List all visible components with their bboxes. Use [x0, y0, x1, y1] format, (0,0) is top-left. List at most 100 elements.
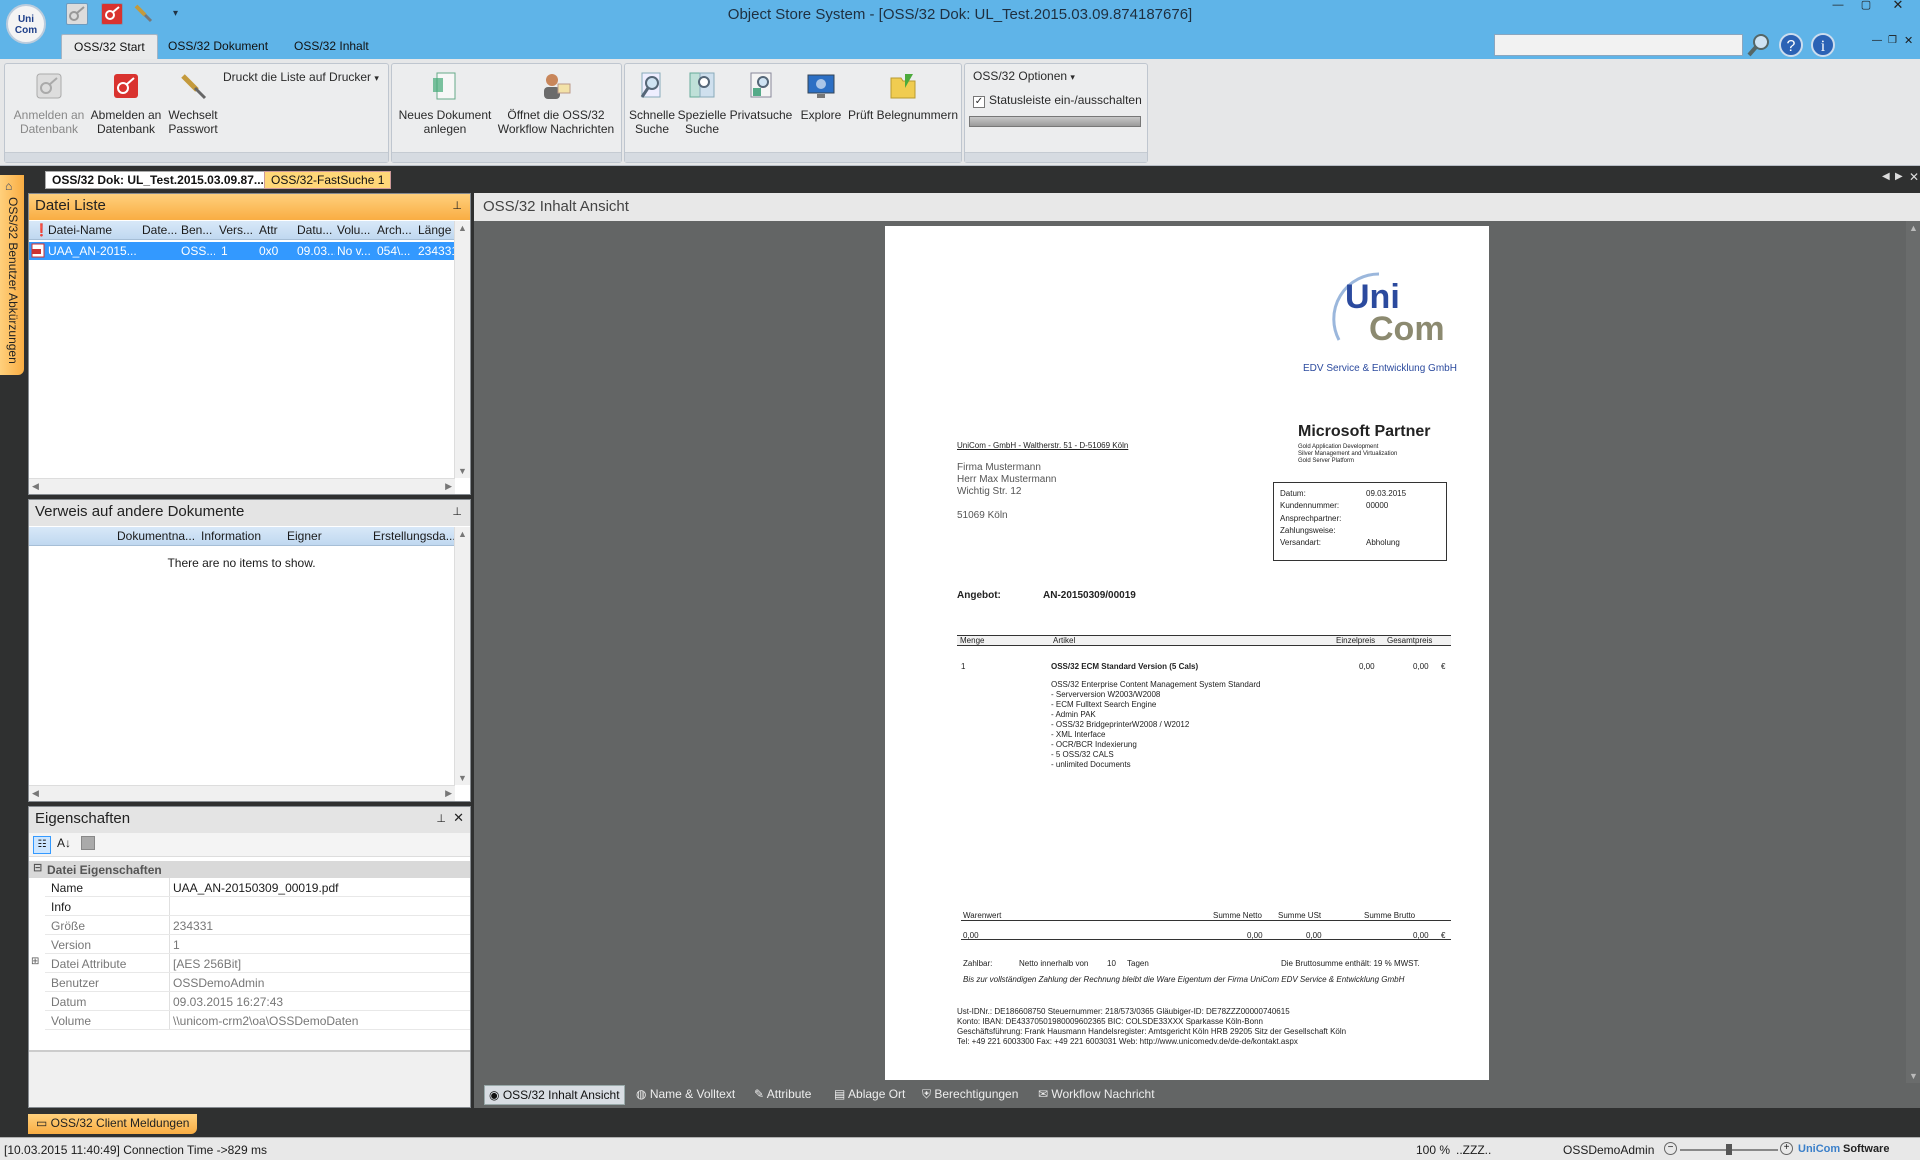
prop-key: Version: [51, 938, 92, 952]
references-title: Verweis auf andere Dokumente ⊥: [29, 500, 470, 526]
zoom-out-icon[interactable]: −: [1664, 1142, 1677, 1155]
global-search-input[interactable]: [1494, 34, 1743, 56]
shortcuts-side-strip[interactable]: ⌂ OSS/32 Benutzer Abkürzungen: [0, 175, 24, 375]
sort-alpha-icon[interactable]: A↓: [57, 836, 71, 850]
help-icon[interactable]: ?: [1778, 32, 1804, 58]
logout-button[interactable]: Abmelden an Datenbank: [85, 70, 167, 136]
col-date[interactable]: Date...: [142, 223, 178, 237]
globe-icon: ◍: [636, 1087, 650, 1101]
property-row-volume[interactable]: Volume \\unicom-crm2\oa\OSSDemoDaten: [45, 1011, 470, 1030]
content-vertical-scrollbar[interactable]: ▲ ▼: [1906, 221, 1920, 1083]
col-laenge[interactable]: Länge: [418, 223, 454, 237]
zoom-in-icon[interactable]: +: [1780, 1142, 1793, 1155]
doc-tab-fastsuche[interactable]: OSS/32-FastSuche 1: [264, 171, 392, 189]
properties-toolbar: ☷ A↓: [29, 833, 470, 857]
monitor-icon: [805, 70, 837, 102]
mdi-minimize-button[interactable]: —: [1872, 35, 1882, 46]
logo-com: Com: [1369, 310, 1445, 348]
workflow-messages-button[interactable]: Öffnet die OSS/32 Workflow Nachrichten: [492, 70, 620, 136]
change-password-button[interactable]: Wechselt Passwort: [163, 70, 223, 136]
doc-tab-active[interactable]: OSS/32 Dok: UL_Test.2015.03.09.87...: [45, 171, 271, 189]
check-numbers-button[interactable]: Prüft Belegnummern: [845, 70, 961, 122]
col-archiv[interactable]: Arch...: [377, 223, 413, 237]
line-desc: OSS/32 Enterprise Content Management Sys…: [1051, 680, 1261, 689]
property-row-info[interactable]: Info: [45, 897, 470, 916]
new-document-icon: [429, 70, 461, 102]
new-document-button[interactable]: Neues Dokument anlegen: [396, 70, 494, 136]
tab-oss32-start[interactable]: OSS/32 Start: [61, 34, 158, 59]
options-menu-button[interactable]: OSS/32 Optionen ▾: [973, 69, 1075, 83]
tab-attribute[interactable]: ✎ Attribute: [750, 1085, 815, 1105]
statusbar-toggle-checkbox[interactable]: ✓ Statusleiste ein-/ausschalten: [973, 93, 1142, 108]
file-list-title-text: Datei Liste: [35, 197, 106, 214]
minimize-button[interactable]: —: [1824, 0, 1852, 14]
property-row-version[interactable]: Version 1: [45, 935, 470, 954]
col-datum[interactable]: Datu...: [297, 223, 333, 237]
close-doc-tab-icon[interactable]: ✕: [1909, 170, 1919, 184]
col-volume[interactable]: Volu...: [337, 223, 373, 237]
property-row-name[interactable]: Name UAA_AN-20150309_00019.pdf: [45, 878, 470, 897]
tab-oss32-inhalt[interactable]: OSS/32 Inhalt: [282, 34, 381, 59]
zoom-slider[interactable]: [1680, 1144, 1778, 1155]
property-row-size[interactable]: Größe 234331: [45, 916, 470, 935]
horizontal-scrollbar[interactable]: ◀ ▶: [29, 478, 455, 494]
close-window-button[interactable]: ✕: [1884, 0, 1912, 14]
col-attr[interactable]: Attr: [259, 223, 289, 237]
pin-icon[interactable]: ⊥: [452, 199, 462, 212]
logout-label: Abmelden an Datenbank: [90, 108, 162, 136]
tab-permissions[interactable]: ⛨ Berechtigungen: [918, 1085, 1022, 1105]
col-benutzer[interactable]: Ben...: [181, 223, 215, 237]
line-desc: - Serverversion W2003/W2008: [1051, 690, 1161, 699]
group-footer: [5, 152, 388, 162]
info-icon[interactable]: i: [1810, 32, 1836, 58]
line-desc: - OSS/32 BridgeprinterW2008 / W2012: [1051, 720, 1190, 729]
col-erstellungsdatum[interactable]: Erstellungsda...: [373, 529, 455, 543]
mdi-restore-button[interactable]: ❐: [1888, 35, 1897, 46]
col-version[interactable]: Vers...: [219, 223, 255, 237]
login-button[interactable]: Anmelden an Datenbank: [9, 70, 89, 136]
pin-icon[interactable]: ⊥: [452, 505, 462, 518]
property-category[interactable]: ⊟ Datei Eigenschaften: [29, 861, 470, 878]
col-dokumentname[interactable]: Dokumentna...: [117, 529, 195, 543]
fast-search-button[interactable]: Schnelle Suche: [627, 70, 677, 136]
app-logo-button[interactable]: Uni Com: [6, 4, 46, 44]
property-row-date[interactable]: Datum 09.03.2015 16:27:43: [45, 992, 470, 1011]
vertical-scrollbar[interactable]: ▲ ▼: [454, 527, 470, 785]
search-icon[interactable]: [1746, 32, 1772, 58]
table-row[interactable]: UAA_AN-2015... OSS... 1 0x0 09.03... No …: [29, 242, 458, 260]
login-label: Anmelden an Datenbank: [13, 108, 85, 136]
line-title: OSS/32 ECM Standard Version (5 Cals): [1051, 662, 1199, 671]
print-list-button[interactable]: Druckt die Liste auf Drucker ▾: [223, 70, 383, 85]
private-search-button[interactable]: Privatsuche: [727, 70, 795, 122]
tab-name-fulltext[interactable]: ◍ Name & Volltext: [632, 1085, 739, 1105]
zoom-slider-thumb[interactable]: [1726, 1144, 1732, 1155]
property-pages-icon[interactable]: [81, 836, 95, 850]
tab-content-view[interactable]: ◉ OSS/32 Inhalt Ansicht: [484, 1085, 625, 1105]
property-row-user[interactable]: Benutzer OSSDemoAdmin: [45, 973, 470, 992]
close-icon[interactable]: ✕: [453, 810, 464, 826]
explore-button[interactable]: Explore: [793, 70, 849, 122]
scroll-right-icon[interactable]: ▶: [1895, 171, 1903, 182]
tab-storage-location[interactable]: ▤ Ablage Ort: [830, 1085, 909, 1105]
scroll-left-icon[interactable]: ◀: [1882, 171, 1890, 182]
client-messages-tab[interactable]: ▭ OSS/32 Client Meldungen: [28, 1114, 198, 1134]
pin-icon[interactable]: ⊥: [436, 812, 446, 825]
col-information[interactable]: Information: [201, 529, 273, 543]
property-row-attributes[interactable]: ⊞ Datei Attribute [AES 256Bit]: [31, 954, 470, 973]
tab-workflow-message[interactable]: ✉ Workflow Nachricht: [1034, 1085, 1159, 1105]
horizontal-scrollbar[interactable]: ◀ ▶: [29, 785, 455, 801]
mdi-close-button[interactable]: ✕: [1904, 34, 1913, 47]
expand-icon[interactable]: ⊞: [31, 956, 39, 967]
categorized-view-icon[interactable]: ☷: [33, 836, 51, 854]
content-view-panel: OSS/32 Inhalt Ansicht ▲ ▼ Uni Com EDV Ser…: [474, 193, 1920, 1108]
ms-partner-line: Gold Server Platform: [1298, 458, 1355, 464]
vertical-scrollbar[interactable]: ▲ ▼: [454, 221, 470, 478]
tab-oss32-dokument[interactable]: OSS/32 Dokument: [156, 34, 280, 59]
col-datei-name[interactable]: Datei-Name: [48, 223, 134, 237]
col-eigner[interactable]: Eigner: [287, 529, 347, 543]
collapse-icon[interactable]: ⊟: [33, 861, 42, 874]
totals-head-gross: Summe Brutto: [1364, 911, 1416, 920]
special-search-button[interactable]: Spezielle Suche: [677, 70, 727, 136]
maximize-button[interactable]: ▢: [1852, 0, 1880, 14]
properties-title-text: Eigenschaften: [35, 810, 131, 827]
